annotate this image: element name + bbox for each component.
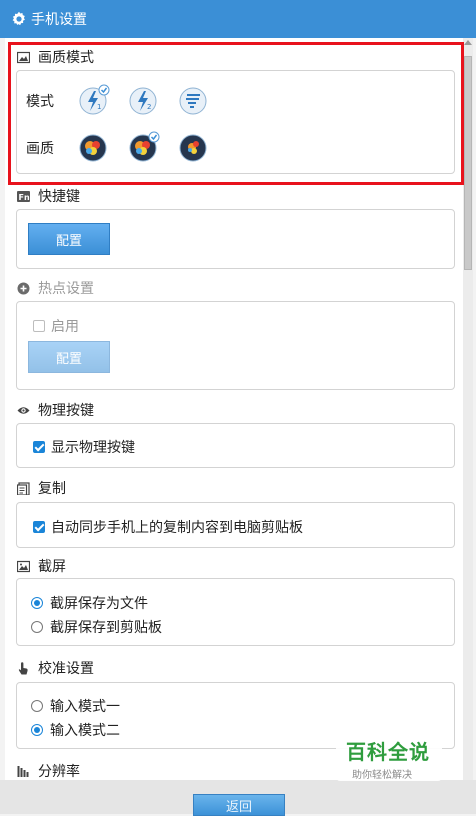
gear-icon [12,11,25,26]
physical-keys-header: 物理按键 [17,400,94,420]
copy-header: 复制 [17,478,66,498]
highlight-frame [8,42,464,185]
title-bar: 手机设置 [0,0,476,38]
screenshot-option-clipboard[interactable]: 截屏保存到剪贴板 [31,617,162,637]
calibration-option-one[interactable]: 输入模式一 [31,696,120,716]
screenshot-option-file[interactable]: 截屏保存为文件 [31,593,148,613]
svg-text:Fn: Fn [19,193,30,202]
calibration-option-two[interactable]: 输入模式二 [31,720,120,740]
hotspot-enable-checkbox[interactable] [33,320,45,332]
hotspot-title: 热点设置 [38,281,94,297]
screenshot-box: 截屏保存为文件 截屏保存到剪贴板 [16,578,455,646]
shortcuts-header: Fn 快捷键 [17,186,80,206]
sync-clipboard-row[interactable]: 自动同步手机上的复制内容到电脑剪贴板 [33,517,303,537]
screenshot-title: 截屏 [38,559,66,575]
watermark-brand: 百科全说 [346,740,430,764]
vertical-scrollbar[interactable] [463,38,473,780]
hotspot-box: 启用 配置 [16,301,455,390]
input-mode-one-label: 输入模式一 [50,699,120,715]
calibration-title: 校准设置 [38,661,94,677]
screenshot-header: 截屏 [17,556,66,576]
physical-keys-box: 显示物理按键 [16,423,455,468]
show-physical-keys-label: 显示物理按键 [51,440,135,456]
screenshot-file-radio[interactable] [31,597,43,609]
resolution-title: 分辨率 [38,764,80,780]
sync-clipboard-checkbox[interactable] [33,521,45,533]
hotspot-configure-button[interactable]: 配置 [28,341,110,373]
physical-keys-title: 物理按键 [38,403,94,419]
watermark-tagline: 助你轻松解决 [352,770,412,781]
shortcuts-configure-button[interactable]: 配置 [28,223,110,255]
screenshot-icon [17,560,30,572]
window-title: 手机设置 [31,12,87,28]
eye-icon [17,406,30,414]
copy-title: 复制 [38,481,66,497]
input-mode-two-radio[interactable] [31,724,43,736]
footer-bar: 返回 [0,780,476,816]
bars-icon [17,765,29,777]
show-physical-keys-row[interactable]: 显示物理按键 [33,437,135,457]
hotspot-enable-row[interactable]: 启用 [33,316,79,336]
shortcuts-title: 快捷键 [38,189,80,205]
input-mode-one-radio[interactable] [31,700,43,712]
resolution-header: 分辨率 [17,761,80,780]
hotspot-enable-label: 启用 [51,319,79,335]
shortcuts-box: 配置 [16,209,455,269]
screenshot-clipboard-label: 截屏保存到剪贴板 [50,620,162,636]
fn-key-icon: Fn [17,190,30,202]
hotspot-header: 热点设置 [17,278,94,298]
copy-box: 自动同步手机上的复制内容到电脑剪贴板 [16,502,455,548]
watermark-logo: 百科全说 助你轻松解决 [336,733,442,781]
clipboard-icon [17,481,30,495]
scroll-up-arrow-icon[interactable] [464,40,472,45]
show-physical-keys-checkbox[interactable] [33,441,45,453]
screenshot-clipboard-radio[interactable] [31,621,43,633]
touch-hand-icon [18,661,28,674]
input-mode-two-label: 输入模式二 [50,723,120,739]
plus-circle-icon [17,282,30,294]
screenshot-file-label: 截屏保存为文件 [50,596,148,612]
back-button[interactable]: 返回 [193,794,285,816]
scrollbar-thumb[interactable] [464,56,472,270]
sync-clipboard-label: 自动同步手机上的复制内容到电脑剪贴板 [51,520,303,536]
calibration-header: 校准设置 [17,658,94,678]
